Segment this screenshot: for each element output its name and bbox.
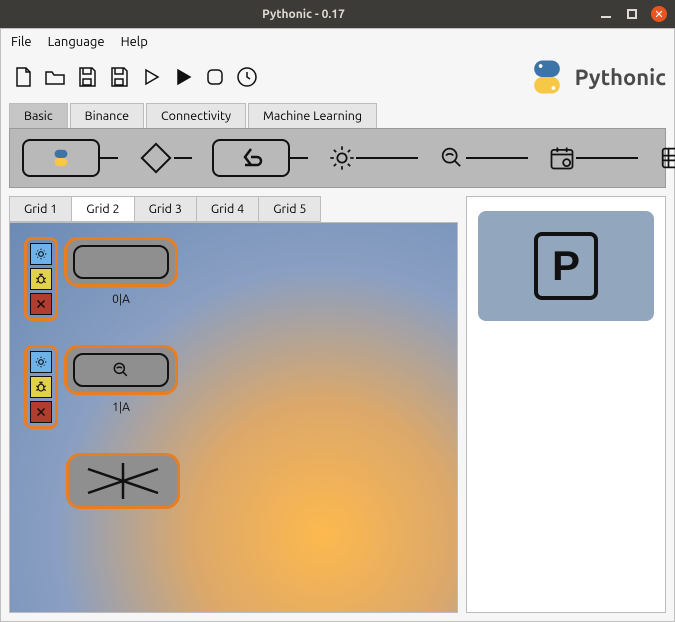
element-palette — [9, 128, 666, 188]
minimize-icon[interactable] — [599, 7, 613, 21]
node-side-buttons — [24, 237, 58, 321]
content-area: Grid 1 Grid 2 Grid 3 Grid 4 Grid 5 — [1, 188, 674, 621]
bug-icon — [34, 380, 48, 394]
tab-basic[interactable]: Basic — [9, 103, 68, 128]
menubar: File Language Help — [1, 29, 674, 55]
inspect-icon — [109, 360, 133, 380]
window-title: Pythonic - 0.17 — [8, 8, 599, 21]
preview-box[interactable]: P — [478, 211, 654, 321]
node-config-button[interactable] — [30, 243, 52, 265]
node-label: 1|A — [112, 401, 130, 414]
grid-tabs: Grid 1 Grid 2 Grid 3 Grid 4 Grid 5 — [9, 196, 458, 222]
palette-stack-block[interactable] — [658, 144, 675, 172]
palette-gear-block[interactable] — [328, 144, 418, 172]
main-toolbar — [9, 63, 261, 91]
toolbar-row: Pythonic — [1, 55, 674, 103]
maximize-icon[interactable] — [625, 7, 639, 21]
gear-icon — [34, 355, 48, 369]
node-delete-button[interactable] — [30, 401, 52, 423]
node-debug-button[interactable] — [30, 376, 52, 398]
node-delete-button[interactable] — [30, 293, 52, 315]
grid-canvas[interactable]: 0|A — [9, 222, 458, 613]
stop-icon[interactable] — [201, 63, 229, 91]
schedule-icon[interactable] — [233, 63, 261, 91]
diamond-icon — [138, 140, 174, 176]
node-debug-button[interactable] — [30, 268, 52, 290]
placeholder-cross-icon — [78, 461, 168, 501]
palette-return-block[interactable] — [212, 139, 308, 177]
node-1[interactable]: 1|A — [64, 345, 178, 414]
x-icon — [35, 298, 47, 310]
menu-language[interactable]: Language — [48, 35, 105, 49]
grid-tab-4[interactable]: Grid 4 — [196, 196, 259, 222]
bug-icon — [34, 272, 48, 286]
grid-area: Grid 1 Grid 2 Grid 3 Grid 4 Grid 5 — [9, 196, 458, 613]
preview-glyph: P — [534, 232, 598, 300]
palette-python-block[interactable] — [22, 139, 118, 177]
gear-icon — [328, 144, 356, 172]
x-icon — [35, 406, 47, 418]
node-label: 0|A — [112, 293, 130, 306]
open-folder-icon[interactable] — [41, 63, 69, 91]
save-as-icon[interactable] — [105, 63, 133, 91]
node-0[interactable]: 0|A — [64, 237, 178, 306]
tab-machine-learning[interactable]: Machine Learning — [248, 103, 377, 128]
node-placeholder[interactable] — [66, 453, 180, 509]
menu-file[interactable]: File — [11, 35, 32, 49]
category-tabs: Basic Binance Connectivity Machine Learn… — [1, 103, 674, 128]
menu-help[interactable]: Help — [121, 35, 148, 49]
node-row-0: 0|A — [24, 237, 443, 321]
node-row-1: 1|A — [24, 345, 443, 429]
palette-schedule-block[interactable] — [548, 144, 638, 172]
stack-icon — [658, 144, 675, 172]
run-outline-icon[interactable] — [137, 63, 165, 91]
python-icon — [525, 55, 569, 99]
palette-branch-block[interactable] — [138, 140, 192, 176]
brand-text: Pythonic — [575, 65, 666, 90]
new-file-icon[interactable] — [9, 63, 37, 91]
node-config-button[interactable] — [30, 351, 52, 373]
save-icon[interactable] — [73, 63, 101, 91]
calendar-icon — [548, 144, 576, 172]
palette-inspect-block[interactable] — [438, 144, 528, 172]
titlebar: Pythonic - 0.17 ✕ — [0, 0, 675, 28]
tab-binance[interactable]: Binance — [70, 103, 144, 128]
grid-tab-2[interactable]: Grid 2 — [71, 196, 134, 222]
run-filled-icon[interactable] — [169, 63, 197, 91]
brand-logo: Pythonic — [525, 55, 666, 99]
node-side-buttons — [24, 345, 58, 429]
app-window: File Language Help — [0, 28, 675, 622]
inspect-icon — [438, 144, 466, 172]
return-arrow-icon — [237, 147, 265, 169]
grid-tab-3[interactable]: Grid 3 — [134, 196, 197, 222]
window-controls: ✕ — [599, 6, 667, 22]
gear-icon — [34, 247, 48, 261]
close-icon[interactable]: ✕ — [651, 6, 667, 22]
tab-connectivity[interactable]: Connectivity — [146, 103, 246, 128]
side-panel: P — [466, 196, 666, 613]
grid-tab-5[interactable]: Grid 5 — [258, 196, 321, 222]
grid-tab-1[interactable]: Grid 1 — [9, 196, 72, 222]
python-icon — [50, 147, 72, 169]
